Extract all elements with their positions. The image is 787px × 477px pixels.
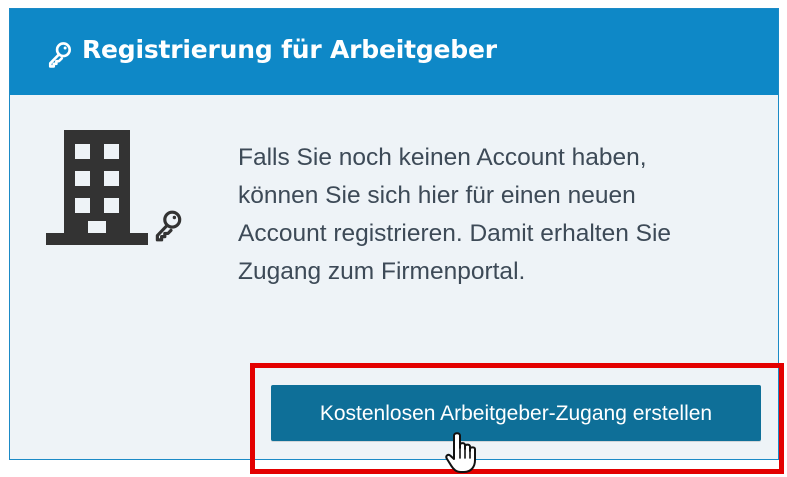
description-line: Zugang zum Firmenportal. — [238, 258, 526, 285]
description-line: Account registrieren. Damit erhalten Sie — [238, 220, 672, 247]
card-header: Registrierung für Arbeitgeber — [10, 9, 778, 95]
building-icon — [46, 130, 148, 245]
key-icon — [48, 42, 71, 68]
screenshot-canvas: Registrierung für Arbeitgeber Falls Sie … — [0, 0, 787, 477]
hand-cursor-icon — [445, 432, 476, 473]
description-line: können Sie sich hier für einen neuen — [238, 182, 636, 209]
registration-description: Falls Sie noch keinen Account haben, kön… — [238, 139, 758, 291]
description-line: Falls Sie noch keinen Account haben, — [238, 144, 647, 171]
card-title: Registrierung für Arbeitgeber — [82, 35, 497, 64]
building-key-icon — [155, 210, 182, 242]
create-employer-account-button[interactable]: Kostenlosen Arbeitgeber-Zugang erstellen — [271, 385, 761, 441]
